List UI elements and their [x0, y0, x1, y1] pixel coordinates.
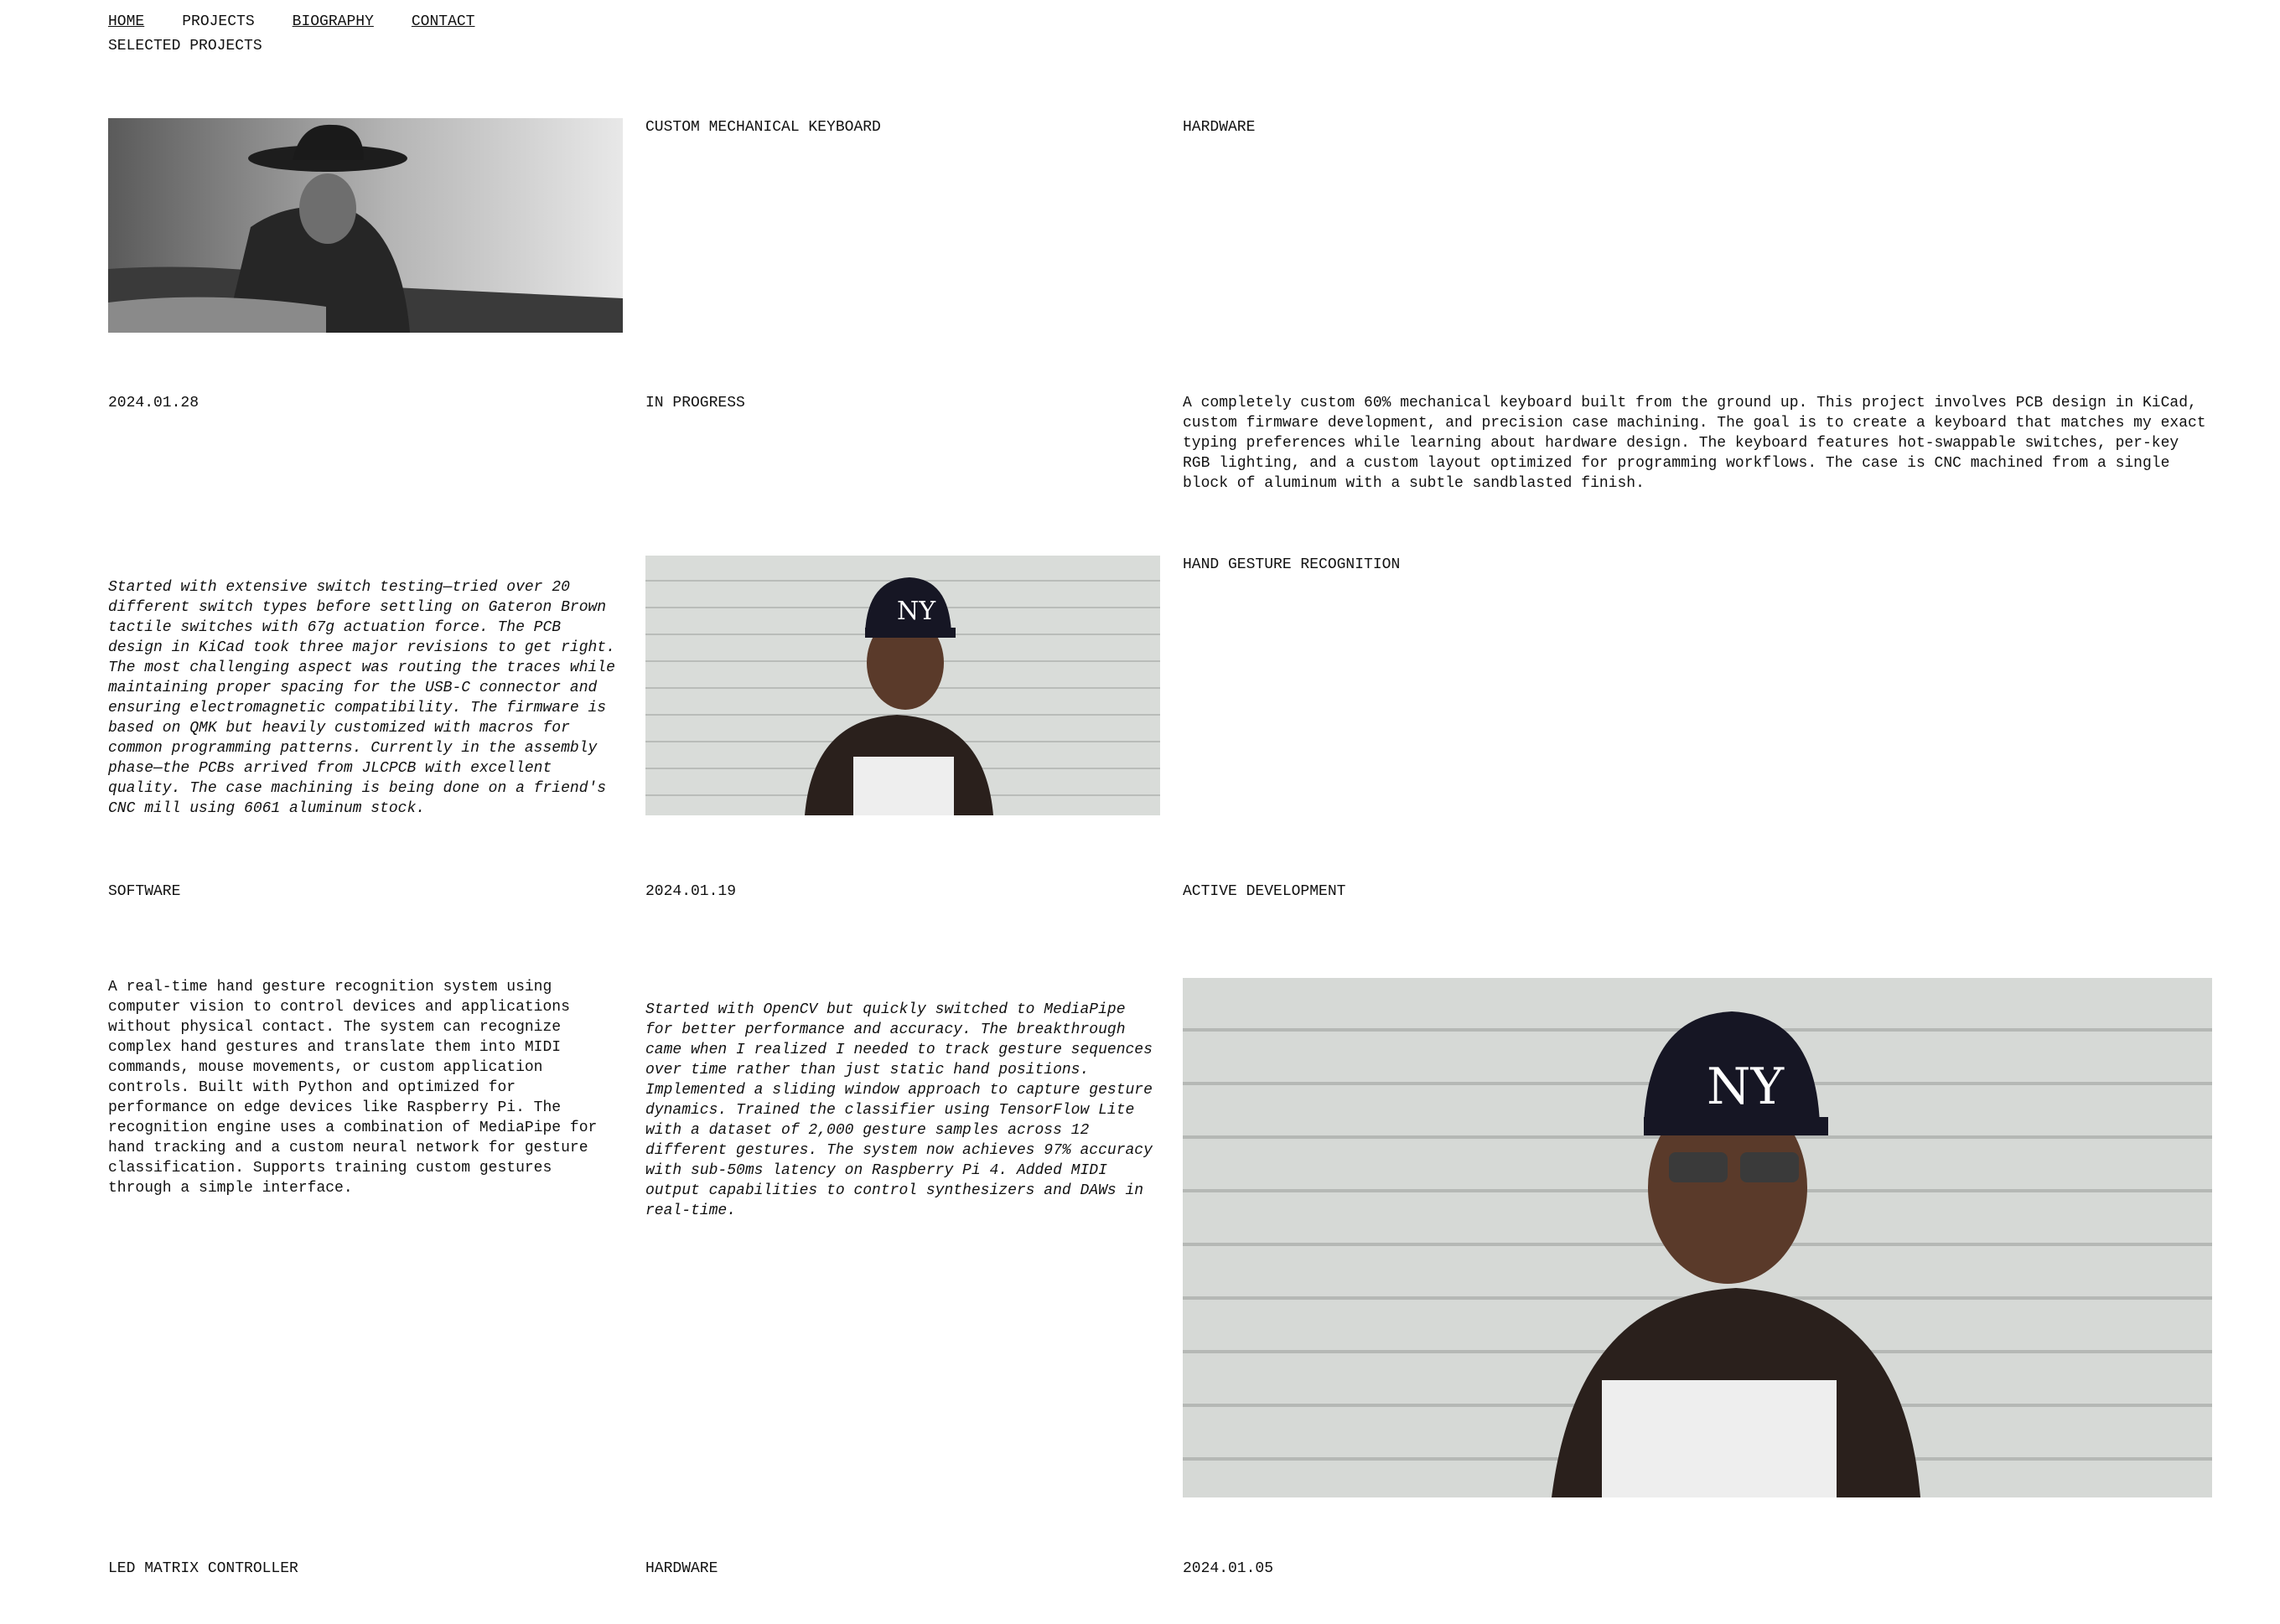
- project-notes: Started with extensive switch testing—tr…: [108, 579, 615, 817]
- project-category: HARDWARE: [1183, 119, 1256, 136]
- project-image-cowboy[interactable]: [108, 118, 623, 333]
- project-date: 2024.01.05: [1183, 1560, 1274, 1577]
- project-title[interactable]: LED MATRIX CONTROLLER: [108, 1559, 298, 1579]
- project-status: IN PROGRESS: [645, 395, 745, 411]
- project-title[interactable]: HAND GESTURE RECOGNITION: [1183, 555, 1400, 575]
- project-image-small[interactable]: NY: [645, 556, 1160, 815]
- project-image-large[interactable]: NY: [1183, 978, 2212, 1497]
- project-category: HARDWARE: [645, 1560, 718, 1577]
- project-notes: Started with OpenCV but quickly switched…: [645, 1001, 1153, 1219]
- project-category: SOFTWARE: [108, 883, 181, 900]
- nav-projects-link[interactable]: PROJECTS: [182, 12, 254, 32]
- svg-text:NY: NY: [1707, 1058, 1785, 1116]
- section-title: SELECTED PROJECTS: [108, 38, 262, 54]
- project-status: ACTIVE DEVELOPMENT: [1183, 883, 1346, 900]
- man-in-ny-cap-photo: NY: [645, 556, 1160, 815]
- cowboy-portrait-photo: [108, 118, 623, 333]
- nav-biography-link[interactable]: BIOGRAPHY: [293, 12, 374, 32]
- main-nav: HOME PROJECTS BIOGRAPHY CONTACT: [108, 12, 474, 32]
- project-date: 2024.01.19: [645, 883, 737, 900]
- nav-contact-link[interactable]: CONTACT: [412, 12, 475, 32]
- man-in-ny-cap-photo: NY: [1183, 978, 2212, 1497]
- project-description: A real-time hand gesture recognition sys…: [108, 979, 598, 1197]
- svg-text:NY: NY: [897, 597, 936, 626]
- project-description: A completely custom 60% mechanical keybo…: [1183, 395, 2206, 492]
- nav-home-link[interactable]: HOME: [108, 12, 144, 32]
- page: HOME PROJECTS BIOGRAPHY CONTACT SELECTED…: [0, 0, 2280, 1624]
- project-title[interactable]: CUSTOM MECHANICAL KEYBOARD: [645, 117, 881, 137]
- project-date: 2024.01.28: [108, 395, 200, 411]
